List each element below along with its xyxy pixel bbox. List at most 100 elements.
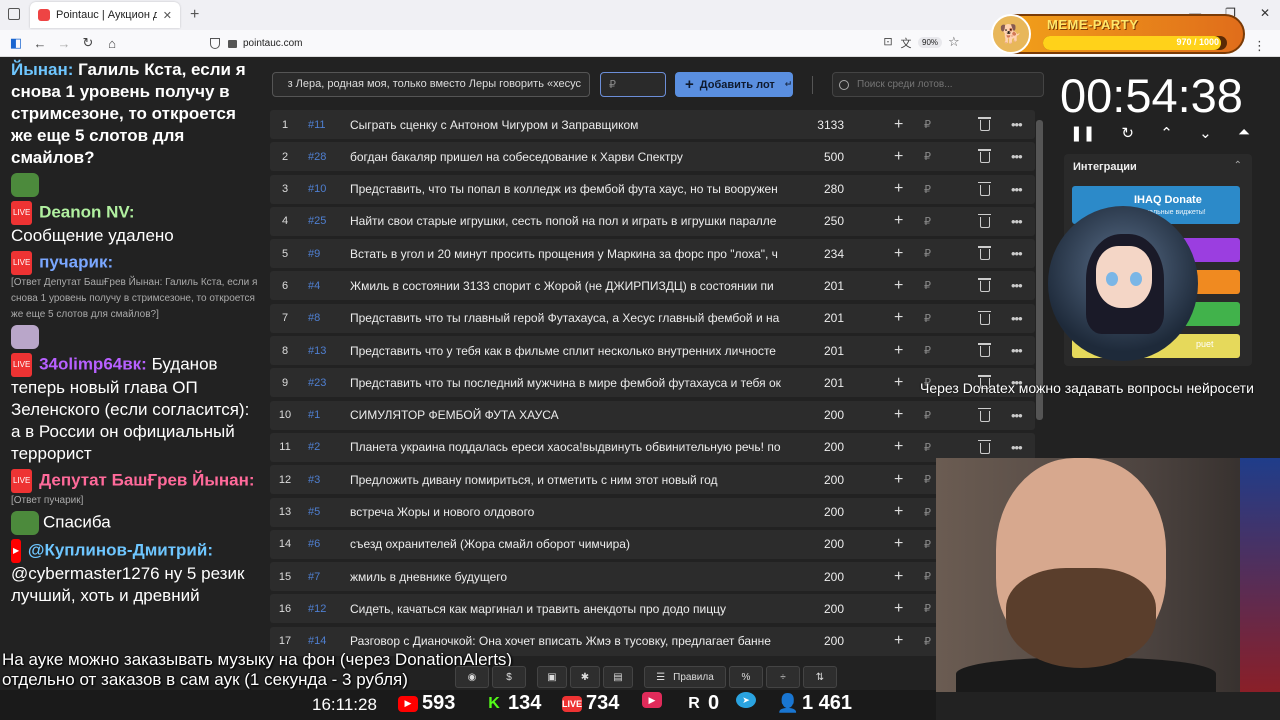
sort-button[interactable]: ⇅ (803, 666, 837, 688)
lots-scrollbar[interactable] (1036, 120, 1043, 420)
lot-name[interactable]: Сидеть, качаться как маргинал и травить … (350, 602, 790, 616)
reset-icon[interactable]: ↻ (1121, 124, 1134, 142)
lot-search-box[interactable] (832, 72, 1044, 97)
lot-amount[interactable]: 200 (790, 440, 850, 454)
lot-row[interactable]: 13#5встреча Жоры и нового олдового200+₽•… (270, 497, 1035, 527)
add-amount-icon[interactable]: + (894, 245, 903, 263)
address-bar[interactable]: pointauc.com (200, 33, 970, 54)
github-button[interactable]: ◉ (455, 666, 489, 688)
lot-amount[interactable]: 200 (790, 602, 850, 616)
lot-row[interactable]: 12 #3 Предложить дивану помириться, и отме… (270, 465, 1035, 495)
lot-amount[interactable]: 200 (790, 473, 850, 487)
lot-amount[interactable]: 280 (790, 182, 850, 196)
lot-name[interactable]: съезд охранителей (Жора смайл оборот чим… (350, 537, 790, 551)
lot-row[interactable]: 5 #9 Встать в угол и 20 минут просить прощ… (270, 239, 1035, 269)
more-options-icon[interactable]: ••• (1011, 117, 1023, 132)
lot-name[interactable]: Жмиль в состоянии 3133 спорит с Жорой (н… (350, 279, 790, 293)
more-options-icon[interactable]: ••• (1011, 182, 1023, 197)
lot-price-input[interactable]: ₽ (600, 72, 666, 97)
forward-icon[interactable]: → (52, 36, 76, 51)
search-input[interactable] (857, 79, 1037, 90)
lot-name[interactable]: СИМУЛЯТОР ФЕМБОЙ ФУТА ХАУСА (350, 408, 790, 422)
collapse-icon[interactable]: ⌃ (1234, 160, 1242, 171)
lot-row[interactable]: 1 #11 Сыграть сценку с Антоном Чигуром и З… (270, 110, 1035, 139)
trash-icon[interactable] (978, 439, 991, 454)
browser-tab[interactable]: Pointauc | Аукцион для стримс ✕ (30, 2, 180, 28)
pause-icon[interactable]: ❚❚ (1070, 124, 1095, 142)
add-amount-icon[interactable]: + (894, 116, 903, 134)
lot-row[interactable]: 3 #10 Представить, что ты попал в колледж … (270, 174, 1035, 204)
add-amount-icon[interactable]: + (894, 600, 903, 618)
add-amount-icon[interactable]: + (894, 471, 903, 489)
lot-row[interactable]: 15#7жмиль в дневнике будущего200+₽••• (270, 562, 1035, 592)
add-amount-icon[interactable]: + (894, 438, 903, 456)
lot-name[interactable]: жмиль в дневнике будущего (350, 570, 790, 584)
lock-icon[interactable] (228, 39, 237, 48)
more-options-icon[interactable]: ••• (1011, 408, 1023, 423)
lot-row[interactable]: 8 #13 Представить что у тебя как в фильме … (270, 336, 1035, 366)
lot-amount[interactable]: 201 (790, 344, 850, 358)
back-icon[interactable]: ← (28, 36, 52, 51)
lot-name[interactable]: Планета украина поддалась ереси хаоса!вы… (350, 440, 790, 454)
trash-icon[interactable] (978, 117, 991, 131)
lot-amount[interactable]: 200 (790, 537, 850, 551)
save-button[interactable]: ▣ (537, 666, 567, 688)
lot-row[interactable]: 10 #1 СИМУЛЯТОР ФЕМБОЙ ФУТА ХАУСА 200 + ₽ ••• (270, 400, 1035, 430)
lot-name[interactable]: Представить что у тебя как в фильме спли… (350, 344, 790, 358)
trash-icon[interactable] (978, 246, 991, 261)
lot-row[interactable]: 6 #4 Жмиль в состоянии 3133 спорит с Жорой… (270, 271, 1035, 301)
add-amount-icon[interactable]: + (894, 148, 903, 166)
lot-name-input[interactable]: з Лера, родная моя, только вместо Леры г… (272, 72, 590, 97)
trash-icon[interactable] (978, 407, 991, 422)
lot-amount[interactable]: 500 (790, 150, 850, 164)
add-amount-icon[interactable]: + (894, 374, 903, 392)
translate-icon-2[interactable]: 文 (894, 35, 918, 51)
add-amount-icon[interactable]: + (894, 277, 903, 295)
lot-amount[interactable]: 3133 (790, 118, 850, 132)
lot-amount[interactable]: 201 (790, 311, 850, 325)
add-amount-icon[interactable]: + (894, 568, 903, 586)
trash-icon[interactable] (978, 181, 991, 196)
trash-icon[interactable] (978, 310, 991, 325)
lot-row[interactable]: 14 #6 съезд охранителей (Жора смайл оборот… (270, 529, 1035, 559)
sidebar-icon[interactable]: ◧ (4, 35, 28, 51)
lot-amount[interactable]: 200 (790, 570, 850, 584)
lot-amount[interactable]: 234 (790, 247, 850, 261)
lot-name[interactable]: Разговор с Дианочкой: Она хочет вписать … (350, 634, 790, 648)
lot-row[interactable]: 2 #28 богдан бакаляр пришел на собеседован… (270, 142, 1035, 172)
more-options-icon[interactable]: ••• (1011, 343, 1023, 358)
lot-amount[interactable]: 250 (790, 214, 850, 228)
trash-icon[interactable] (978, 149, 991, 164)
more-options-icon[interactable]: ••• (1011, 214, 1023, 229)
lot-amount[interactable]: 200 (790, 505, 850, 519)
lot-name[interactable]: встреча Жоры и нового олдового (350, 505, 790, 519)
new-tab-icon[interactable]: + (190, 6, 199, 24)
double-chevron-up-icon[interactable]: ⏶ (1238, 124, 1250, 142)
more-options-icon[interactable]: ••• (1011, 246, 1023, 261)
donate-button[interactable]: $ (492, 666, 526, 688)
lot-row[interactable]: 7 #8 Представить что ты главный герой Фута… (270, 303, 1035, 333)
add-amount-icon[interactable]: + (894, 212, 903, 230)
reload-icon[interactable]: ↻ (76, 35, 100, 51)
lot-name[interactable]: Встать в угол и 20 минут просить прощени… (350, 247, 790, 261)
chevron-up-icon[interactable]: ⌃ (1160, 124, 1173, 142)
bookmark-star-icon[interactable]: ☆ (948, 34, 960, 50)
rules-button[interactable]: ☰ Правила (644, 666, 726, 688)
trash-icon[interactable] (978, 278, 991, 293)
lot-name[interactable]: Представить что ты последний мужчина в м… (350, 376, 790, 390)
add-amount-icon[interactable]: + (894, 503, 903, 521)
add-amount-icon[interactable]: + (894, 309, 903, 327)
lot-row[interactable]: 11 #2 Планета украина поддалась ереси хаос… (270, 432, 1035, 462)
close-tab-icon[interactable]: ✕ (163, 9, 172, 22)
trash-icon[interactable] (978, 343, 991, 358)
app-menu-icon[interactable]: ⋮ (1253, 38, 1266, 54)
add-amount-icon[interactable]: + (894, 535, 903, 553)
split-button[interactable]: ÷ (766, 666, 800, 688)
lot-name[interactable]: Представить, что ты попал в колледж из ф… (350, 182, 790, 196)
lot-amount[interactable]: 201 (790, 279, 850, 293)
zoom-level[interactable]: 90% (918, 37, 943, 48)
more-options-icon[interactable]: ••• (1011, 311, 1023, 326)
lot-name[interactable]: богдан бакаляр пришел на собеседование к… (350, 150, 790, 164)
clear-button[interactable]: ▤ (603, 666, 633, 688)
add-amount-icon[interactable]: + (894, 342, 903, 360)
